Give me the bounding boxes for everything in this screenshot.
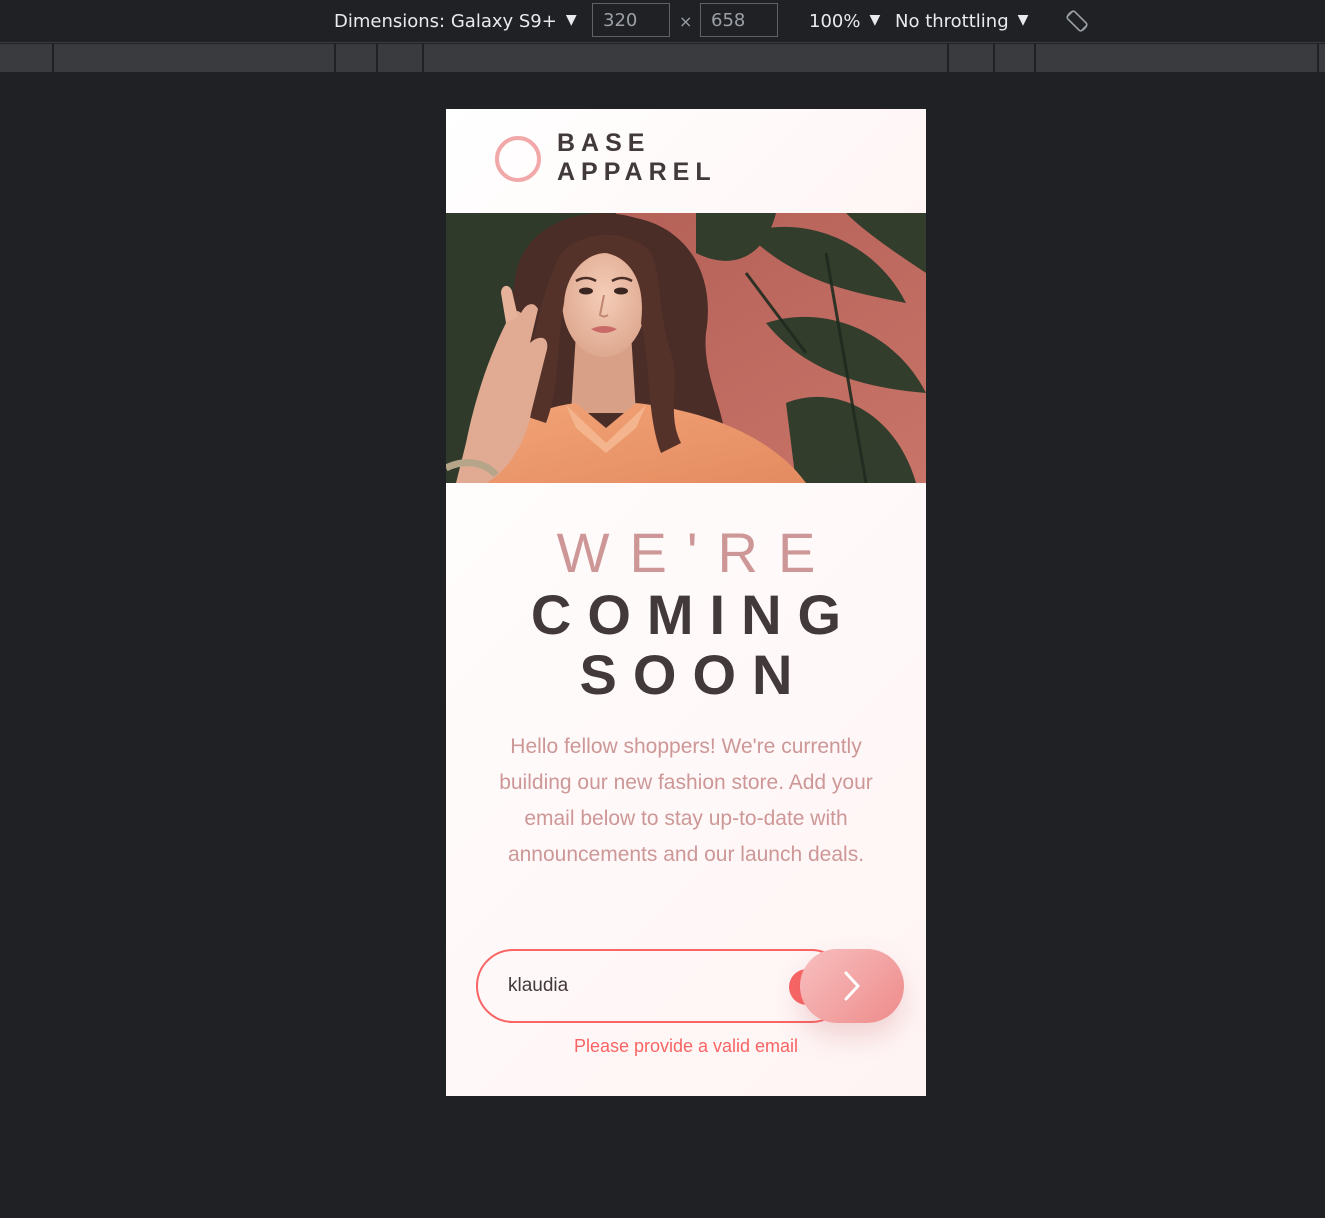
device-viewport: BASE APPAREL WE'RE COMING SOON Hello fel… [446,109,926,1096]
chevron-right-icon [844,971,860,1001]
description-text: Hello fellow shoppers! We're currently b… [499,735,873,866]
ruler-divider [993,44,995,72]
device-width-input[interactable] [592,3,670,37]
brand-logo-text[interactable]: BASE APPAREL [557,129,717,187]
media-query-ruler[interactable] [0,44,1325,72]
error-message: Please provide a valid email [573,1036,799,1056]
email-input[interactable] [508,951,748,1021]
submit-button[interactable] [800,949,904,1023]
brand-line-1: BASE [557,129,651,157]
caret-down-icon: ▼ [565,12,577,28]
caret-down-icon: ▼ [869,12,881,28]
devtools-device-toolbar: Dimensions: Galaxy S9+ ▼ × 100% ▼ No thr… [0,0,1325,43]
device-dimensions-label: Dimensions: Galaxy S9+ [334,10,557,32]
email-form-field: ! [476,949,848,1023]
caret-down-icon: ▼ [1017,12,1029,28]
ruler-divider [947,44,949,72]
device-dimensions-dropdown[interactable]: Dimensions: Galaxy S9+ ▼ [334,0,577,42]
ruler-divider [1317,44,1319,72]
ring-logo-icon [495,136,541,182]
site-header: BASE APPAREL [446,109,926,213]
headline-bold-line-1: COMING [530,583,858,646]
ruler-divider [376,44,378,72]
ruler-divider [422,44,424,72]
headline-bold-line-2: SOON [579,643,809,706]
times-separator: × [679,11,693,31]
headline-light: WE'RE [556,521,836,584]
zoom-label: 100% [809,10,861,32]
ruler-divider [334,44,336,72]
zoom-dropdown[interactable]: 100% ▼ [809,0,880,42]
ruler-divider [52,44,54,72]
throttling-dropdown[interactable]: No throttling ▼ [895,0,1028,42]
device-height-input[interactable] [700,3,778,37]
rotate-device-icon[interactable] [1064,8,1090,34]
hero-image [446,213,926,483]
throttling-label: No throttling [895,10,1009,32]
ruler-divider [1034,44,1036,72]
brand-line-2: APPAREL [557,158,717,186]
